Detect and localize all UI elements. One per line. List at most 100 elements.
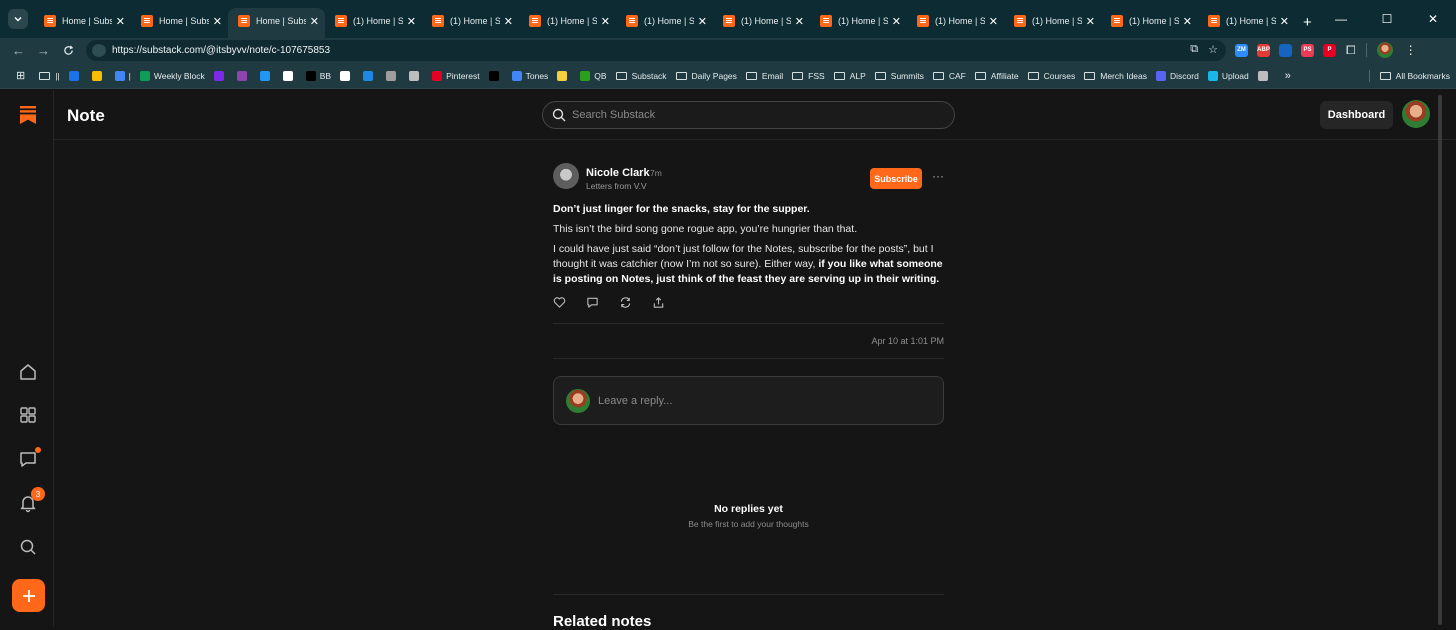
browser-tab[interactable]: (1) Home | Substack ✕ [1101,8,1198,38]
browser-tab[interactable]: (1) Home | Substack ✕ [810,8,907,38]
browser-tab[interactable]: (1) Home | Substack ✕ [422,8,519,38]
reload-button[interactable] [56,45,81,56]
maximize-button[interactable]: ☐ [1364,0,1410,38]
apps-grid-icon[interactable]: ⊞ [16,69,25,82]
bookmark-item[interactable] [91,70,106,81]
subscribe-button[interactable]: Subscribe [870,168,922,189]
user-avatar[interactable] [1402,100,1430,128]
bookmark-item[interactable]: Affiliate [974,71,1019,81]
bookmark-item[interactable]: | [114,70,131,81]
close-tab-icon[interactable]: ✕ [989,15,998,28]
install-app-icon[interactable]: ⧉ [1190,43,1198,56]
close-tab-icon[interactable]: ✕ [1183,15,1192,28]
close-tab-icon[interactable]: ✕ [310,15,319,28]
explore-grid-icon[interactable] [18,405,38,425]
back-button[interactable]: ← [6,43,31,58]
all-bookmarks-button[interactable]: All Bookmarks [1368,70,1450,82]
browser-tab[interactable]: (1) Home | Substack ✕ [713,8,810,38]
bookmark-item[interactable] [1257,70,1272,81]
bookmark-item[interactable]: CAF [932,71,966,81]
author-avatar[interactable] [553,163,579,189]
extension-icon[interactable] [1279,43,1292,57]
close-tab-icon[interactable]: ✕ [601,15,610,28]
bookmark-item[interactable] [213,70,228,81]
close-window-button[interactable]: ✕ [1410,0,1456,38]
bookmark-item[interactable]: Upload [1207,70,1249,81]
bookmark-item[interactable] [68,70,83,81]
browser-tab[interactable]: (1) Home | Substack ✕ [616,8,713,38]
bookmark-item[interactable]: Pinterest [432,70,480,81]
bookmark-item[interactable] [236,70,251,81]
author-publication[interactable]: Letters from V.V [586,181,647,191]
minimize-button[interactable]: — [1318,0,1364,38]
address-bar[interactable]: https://substack.com/@itsbyvv/note/c-107… [86,40,1226,61]
close-tab-icon[interactable]: ✕ [213,15,222,28]
bookmark-item[interactable]: Substack [615,71,667,81]
extensions-puzzle-icon[interactable]: ⧠ [1346,43,1356,58]
site-info-icon[interactable] [92,44,106,57]
search-input[interactable]: Search Substack [542,101,955,129]
search-icon[interactable] [18,537,38,557]
close-tab-icon[interactable]: ✕ [795,15,804,28]
author-name[interactable]: Nicole Clark [586,167,650,179]
bookmark-item[interactable] [409,70,423,81]
dashboard-button[interactable]: Dashboard [1320,101,1393,129]
browser-tab[interactable]: Home | Substack ✕ [228,8,325,38]
reply-input[interactable]: Leave a reply... [553,376,944,425]
extension-icon[interactable]: PS [1301,43,1314,57]
extension-icon[interactable]: ABP [1257,43,1270,57]
home-icon[interactable] [18,362,38,382]
restack-icon[interactable] [619,296,632,309]
close-tab-icon[interactable]: ✕ [1086,15,1095,28]
extension-icon[interactable]: ZM [1235,43,1248,57]
compose-button[interactable] [12,579,45,612]
page-scrollbar[interactable] [1438,95,1442,625]
bookmark-item[interactable]: Email [745,71,783,81]
browser-tab[interactable]: Home | Substack ✕ [34,8,131,38]
bookmark-item[interactable]: Daily Pages [675,71,737,81]
browser-tab[interactable]: (1) Home | Substack ✕ [1004,8,1101,38]
bookmark-item[interactable]: Courses [1027,71,1075,81]
close-tab-icon[interactable]: ✕ [116,15,125,28]
bookmark-item[interactable] [386,70,400,81]
browser-menu-icon[interactable]: ⋮ [1405,43,1417,57]
close-tab-icon[interactable]: ✕ [504,15,513,28]
bookmarks-overflow-button[interactable]: » [1285,70,1291,82]
bookmark-item[interactable]: Tones [511,70,548,81]
profile-avatar[interactable] [1376,42,1393,58]
bookmark-item[interactable]: Summits [874,71,924,81]
browser-tab[interactable]: (1) Home | Substack ✕ [325,8,422,38]
bookmark-item[interactable]: BB [305,70,331,81]
forward-button[interactable]: → [31,43,56,58]
close-tab-icon[interactable]: ✕ [892,15,901,28]
substack-logo[interactable] [20,106,36,124]
like-heart-icon[interactable] [553,296,566,309]
browser-tab[interactable]: (1) Home | Substack ✕ [519,8,616,38]
bookmark-item[interactable] [488,70,503,81]
bookmark-item[interactable] [363,70,377,81]
close-tab-icon[interactable]: ✕ [1280,15,1289,28]
bookmark-item[interactable]: || [39,71,60,81]
bookmark-star-icon[interactable]: ☆ [1208,43,1218,56]
comment-icon[interactable] [586,296,599,309]
close-tab-icon[interactable]: ✕ [698,15,707,28]
browser-tab[interactable]: (1) Home | Substack ✕ [907,8,1004,38]
bookmark-item[interactable] [340,70,354,81]
close-tab-icon[interactable]: ✕ [407,15,416,28]
tab-search-button[interactable] [8,9,28,29]
bookmark-item[interactable] [259,70,274,81]
browser-tab[interactable]: Home | Substack ✕ [131,8,228,38]
share-icon[interactable] [652,296,665,309]
bookmark-item[interactable]: Merch Ideas [1084,71,1147,81]
bookmark-item[interactable]: ALP [833,71,866,81]
bookmark-item[interactable]: Discord [1156,70,1199,81]
extension-icon[interactable]: P [1323,43,1336,57]
new-tab-button[interactable]: + [1303,14,1312,31]
bookmark-item[interactable]: FSS [792,71,825,81]
bookmark-item[interactable]: Weekly Block [139,70,205,81]
browser-tab[interactable]: (1) Home | Substack ✕ [1198,8,1295,38]
more-options-button[interactable]: ··· [932,169,944,183]
bookmark-item[interactable] [282,70,297,81]
bookmark-item[interactable]: QB [580,70,607,81]
bookmark-item[interactable] [557,70,571,81]
